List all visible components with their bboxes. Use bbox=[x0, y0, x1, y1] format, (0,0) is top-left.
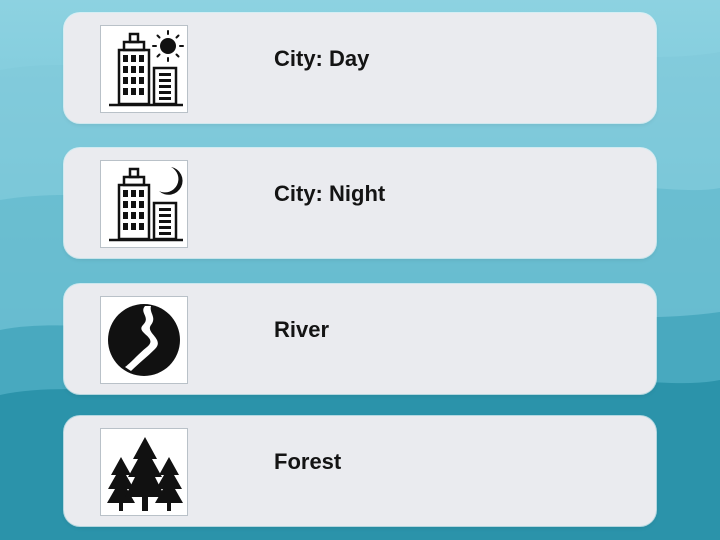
scene-option-river[interactable]: River bbox=[64, 284, 656, 394]
scene-thumbnail bbox=[100, 296, 188, 384]
scene-label: City: Day bbox=[274, 46, 370, 71]
scene-thumbnail bbox=[100, 160, 188, 248]
scene-option-city-day[interactable]: City: Day bbox=[64, 13, 656, 123]
forest-icon bbox=[107, 437, 183, 511]
scene-option-city-night[interactable]: City: Night bbox=[64, 148, 656, 258]
city-night-icon bbox=[109, 167, 183, 242]
scene-thumbnail bbox=[100, 25, 188, 113]
scene-list: City: Day City: Night River Forest bbox=[0, 0, 720, 540]
city-day-icon bbox=[109, 30, 184, 107]
scene-label: Forest bbox=[274, 449, 342, 474]
river-icon bbox=[108, 304, 180, 376]
scene-label: River bbox=[274, 317, 330, 342]
scene-option-forest[interactable]: Forest bbox=[64, 416, 656, 526]
scene-thumbnail bbox=[100, 428, 188, 516]
scene-label: City: Night bbox=[274, 181, 386, 206]
